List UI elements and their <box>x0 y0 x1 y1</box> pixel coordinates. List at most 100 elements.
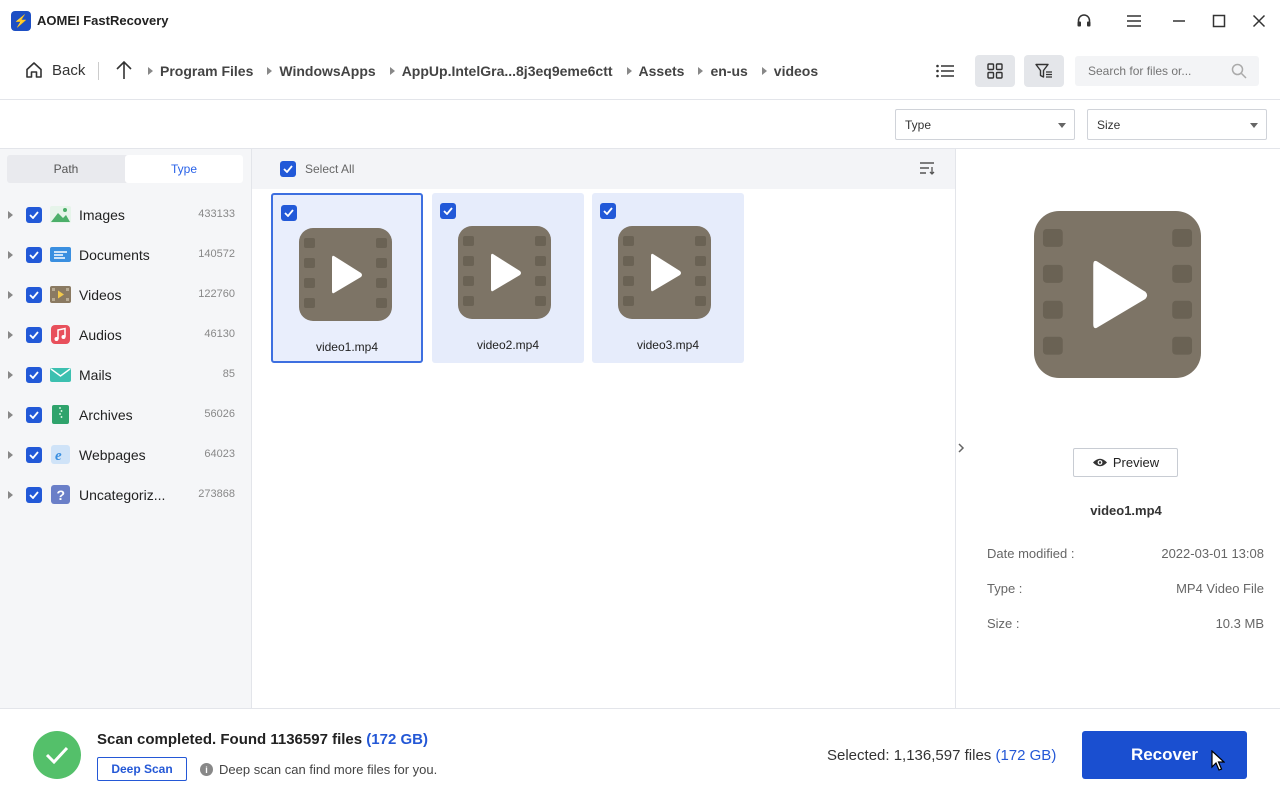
category-checkbox[interactable] <box>26 367 42 383</box>
file-checkbox[interactable] <box>600 203 616 219</box>
file-name: video3.mp4 <box>636 338 700 352</box>
grid-view-icon <box>987 63 1003 79</box>
chevron-down-icon <box>1058 123 1066 128</box>
category-checkbox[interactable] <box>26 487 42 503</box>
music-icon <box>50 325 71 344</box>
category-audios[interactable]: Audios 46130 <box>0 315 250 355</box>
chevron-right-icon[interactable] <box>956 441 966 458</box>
chevron-right-icon <box>761 67 767 75</box>
breadcrumb-item[interactable]: Program Files <box>148 63 253 79</box>
meta-row-date: Date modified : 2022-03-01 13:08 <box>987 546 1264 561</box>
expand-icon[interactable] <box>8 291 13 299</box>
category-uncategorized[interactable]: ? Uncategoriz... 273868 <box>0 475 250 515</box>
back-button[interactable]: Back <box>24 60 85 80</box>
list-view-icon <box>936 64 954 78</box>
minimize-icon[interactable] <box>1167 9 1191 33</box>
category-images[interactable]: Images 433133 <box>0 195 250 235</box>
category-checkbox[interactable] <box>26 447 42 463</box>
file-name: video1.mp4 <box>315 340 379 354</box>
toolbar-divider <box>98 62 99 80</box>
check-icon <box>443 207 453 215</box>
category-documents[interactable]: Documents 140572 <box>0 235 250 275</box>
category-panel: Path Type Images 433133 Documents 140572… <box>0 149 252 708</box>
breadcrumb-item[interactable]: videos <box>761 63 818 79</box>
video-icon <box>50 285 71 304</box>
back-label: Back <box>52 61 86 79</box>
expand-icon[interactable] <box>8 451 13 459</box>
expand-icon[interactable] <box>8 411 13 419</box>
video-preview-icon <box>1034 211 1201 381</box>
category-checkbox[interactable] <box>26 327 42 343</box>
expand-icon[interactable] <box>8 331 13 339</box>
preview-file-name: video1.mp4 <box>1090 503 1162 518</box>
sort-icon[interactable] <box>919 161 935 178</box>
chevron-right-icon <box>389 67 395 75</box>
expand-icon[interactable] <box>8 371 13 379</box>
breadcrumb-item[interactable]: Assets <box>626 63 684 79</box>
check-icon <box>603 207 613 215</box>
menu-icon[interactable] <box>1122 9 1146 33</box>
meta-row-size: Size : 10.3 MB <box>987 616 1264 631</box>
category-videos[interactable]: Videos 122760 <box>0 275 250 315</box>
search-input[interactable] <box>1075 56 1225 86</box>
app-logo-icon: ⚡ <box>11 11 31 31</box>
scan-status: Scan completed. Found 1136597 files (172… <box>97 731 428 748</box>
breadcrumb-item[interactable]: AppUp.IntelGra...8j3eq9eme6ctt <box>389 63 613 79</box>
check-icon <box>29 451 39 459</box>
filter-button[interactable] <box>1024 55 1064 87</box>
check-icon <box>283 165 293 173</box>
expand-icon[interactable] <box>8 251 13 259</box>
file-tile[interactable]: video2.mp4 <box>432 193 584 363</box>
category-checkbox[interactable] <box>26 407 42 423</box>
close-icon[interactable] <box>1247 9 1271 33</box>
video-thumbnail-icon <box>299 228 392 324</box>
document-icon <box>50 245 71 264</box>
headset-icon[interactable] <box>1072 9 1096 33</box>
tab-path[interactable]: Path <box>7 155 125 183</box>
category-checkbox[interactable] <box>26 247 42 263</box>
category-mails[interactable]: Mails 85 <box>0 355 250 395</box>
chevron-right-icon <box>267 67 273 75</box>
check-icon <box>284 209 294 217</box>
file-tile[interactable]: video3.mp4 <box>592 193 744 363</box>
file-tile[interactable]: video1.mp4 <box>271 193 423 363</box>
file-checkbox[interactable] <box>440 203 456 219</box>
check-icon <box>29 411 39 419</box>
panel-tabs: Path Type <box>7 155 243 183</box>
preview-button[interactable]: Preview <box>1073 448 1178 477</box>
select-all-label[interactable]: Select All <box>305 162 354 176</box>
expand-icon[interactable] <box>8 491 13 499</box>
expand-icon[interactable] <box>8 211 13 219</box>
breadcrumb-item[interactable]: en-us <box>698 63 748 79</box>
deep-scan-hint: i Deep scan can find more files for you. <box>200 762 437 777</box>
deep-scan-button[interactable]: Deep Scan <box>97 757 187 781</box>
svg-text:e: e <box>55 448 62 464</box>
eye-icon <box>1092 458 1107 467</box>
chevron-right-icon <box>148 67 153 75</box>
category-checkbox[interactable] <box>26 287 42 303</box>
success-check-icon <box>33 731 81 779</box>
app-title: AOMEI FastRecovery <box>37 13 169 28</box>
arrow-up-icon[interactable] <box>114 59 134 81</box>
question-icon: ? <box>50 485 71 504</box>
grid-view-button[interactable] <box>975 55 1015 87</box>
search-box <box>1075 56 1259 86</box>
category-webpages[interactable]: e Webpages 64023 <box>0 435 250 475</box>
image-icon <box>50 205 71 224</box>
filter-icon <box>1035 63 1052 78</box>
tab-type[interactable]: Type <box>125 155 243 183</box>
maximize-icon[interactable] <box>1207 9 1231 33</box>
svg-text:?: ? <box>57 487 66 503</box>
breadcrumb-item[interactable]: WindowsApps <box>267 63 376 79</box>
category-checkbox[interactable] <box>26 207 42 223</box>
chevron-right-icon <box>698 67 704 75</box>
toolbar: Back Program Files WindowsApps AppUp.Int… <box>0 42 1280 100</box>
search-icon[interactable] <box>1231 63 1247 82</box>
meta-row-type: Type : MP4 Video File <box>987 581 1264 596</box>
select-all-checkbox[interactable] <box>280 161 296 177</box>
type-filter-select[interactable]: Type <box>895 109 1075 140</box>
size-filter-select[interactable]: Size <box>1087 109 1267 140</box>
file-checkbox[interactable] <box>281 205 297 221</box>
category-archives[interactable]: Archives 56026 <box>0 395 250 435</box>
list-view-button[interactable] <box>925 55 965 87</box>
